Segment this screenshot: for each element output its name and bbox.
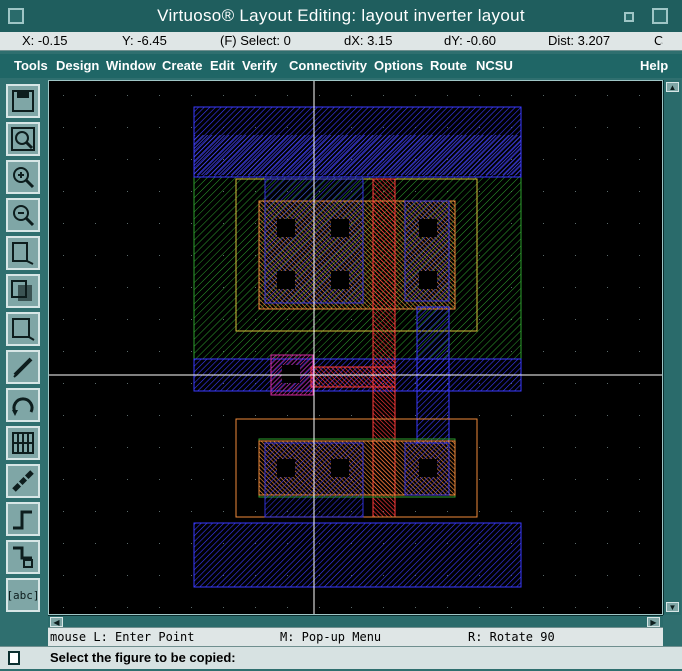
layout-canvas[interactable] (48, 80, 663, 615)
nmos-contact (419, 459, 437, 477)
menu-window[interactable]: Window (106, 58, 156, 73)
vdd-rail-dense-fill (194, 135, 521, 175)
gnd-metal-rail[interactable] (193, 522, 522, 588)
command-prompt: Select the figure to be copied: (50, 650, 236, 665)
zoom-out-tool-icon[interactable] (6, 198, 40, 232)
window-title: Virtuoso® Layout Editing: layout inverte… (157, 6, 525, 25)
zoom-fit-tool-icon[interactable] (6, 122, 40, 156)
pmos-contact (419, 271, 437, 289)
pmos-contact (419, 219, 437, 237)
menu-design[interactable]: Design (56, 58, 99, 73)
save-tool-icon[interactable] (6, 84, 40, 118)
input-contact-cut (282, 365, 300, 383)
mouse-binding-bar: mouse L: Enter Point M: Pop-up Menu R: R… (48, 627, 663, 646)
menu-help[interactable]: Help (640, 58, 668, 73)
menu-verify[interactable]: Verify (242, 58, 277, 73)
scroll-up-arrow-icon[interactable]: ▲ (666, 82, 679, 92)
title-bar: Virtuoso® Layout Editing: layout inverte… (0, 0, 682, 33)
select-count: (F) Select: 0 (220, 33, 291, 48)
coordinate-status-bar: X: -0.15 Y: -6.45 (F) Select: 0 dX: 3.15… (0, 32, 682, 51)
tool-palette: [abc] (0, 80, 46, 668)
dx-readout: dX: 3.15 (344, 33, 393, 48)
ruler-tool-icon[interactable] (6, 464, 40, 498)
undo-tool-icon[interactable] (6, 388, 40, 422)
menu-edit[interactable]: Edit (210, 58, 235, 73)
stretch-tool-icon[interactable] (6, 236, 40, 270)
pmos-contact (331, 271, 349, 289)
menu-tools[interactable]: Tools (14, 58, 48, 73)
poly-input-stub[interactable] (310, 366, 396, 388)
prompt-bar: Select the figure to be copied: (0, 646, 682, 669)
maximize-button[interactable] (652, 8, 668, 24)
menu-create[interactable]: Create (162, 58, 202, 73)
pmos-contact (277, 219, 295, 237)
menu-bar: Tools Design Window Create Edit Verify C… (0, 54, 682, 78)
dy-readout: dY: -0.60 (444, 33, 497, 48)
y-coordinate: Y: -6.45 (122, 33, 167, 48)
copy-tool-icon[interactable] (6, 274, 40, 308)
mouse-right-binding: R: Rotate 90 (468, 630, 555, 644)
menu-ncsu[interactable]: NCSU (476, 58, 513, 73)
x-coordinate: X: -0.15 (22, 33, 68, 48)
properties-tool-icon[interactable] (6, 426, 40, 460)
menu-connectivity[interactable]: Connectivity (289, 58, 367, 73)
scroll-right-arrow-icon[interactable]: ▶ (647, 617, 660, 627)
window-number-badge: 2 (660, 36, 667, 48)
menu-options[interactable]: Options (374, 58, 423, 73)
vertical-scrollbar[interactable]: ▲ ▼ (663, 80, 681, 615)
nmos-contact (277, 459, 295, 477)
delete-tool-icon[interactable] (6, 350, 40, 384)
mouse-left-binding: mouse L: Enter Point (50, 630, 195, 644)
nmos-contact (331, 459, 349, 477)
path-tool-icon[interactable] (6, 502, 40, 536)
label-tool-icon[interactable]: [abc] (6, 578, 40, 612)
distance-readout: Dist: 3.207 (548, 33, 611, 48)
zoom-in-tool-icon[interactable] (6, 160, 40, 194)
pmos-contact (277, 271, 295, 289)
rectangle-tool-icon[interactable] (6, 540, 40, 574)
move-tool-icon[interactable] (6, 312, 40, 346)
menu-route[interactable]: Route (430, 58, 467, 73)
pmos-contact (331, 219, 349, 237)
prompt-indicator-icon (8, 651, 20, 665)
minimize-button[interactable] (624, 12, 634, 22)
mouse-middle-binding: M: Pop-up Menu (280, 630, 382, 644)
scroll-left-arrow-icon[interactable]: ◀ (50, 617, 63, 627)
scroll-down-arrow-icon[interactable]: ▼ (666, 602, 679, 612)
